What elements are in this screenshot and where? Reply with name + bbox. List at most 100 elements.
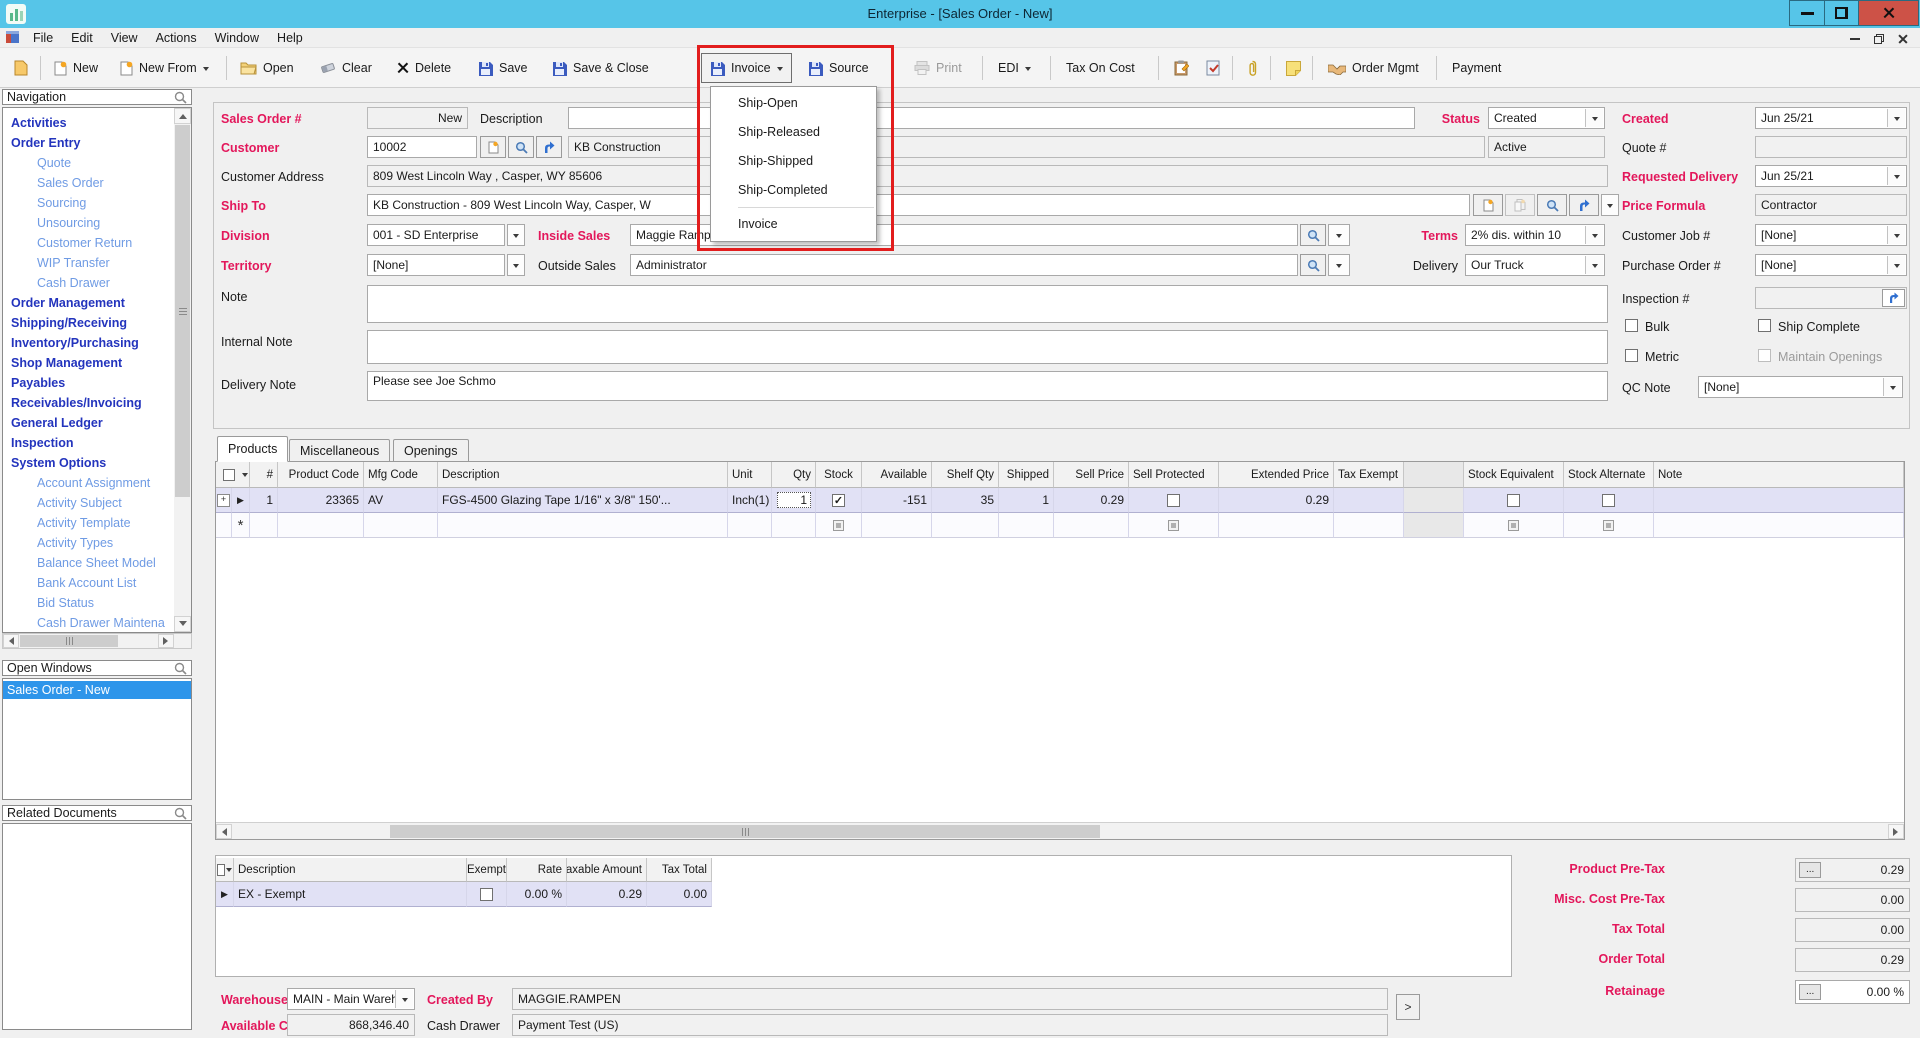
mdi-close-button[interactable] bbox=[1893, 31, 1913, 46]
cell-note[interactable] bbox=[1654, 488, 1904, 513]
new-cell[interactable] bbox=[1054, 513, 1129, 538]
row-expand-toggle[interactable]: + bbox=[216, 488, 232, 513]
chevron-down-icon[interactable] bbox=[1887, 226, 1905, 244]
territory-combo[interactable]: [None] bbox=[367, 254, 505, 276]
order-mgmt-button[interactable]: Order Mgmt bbox=[1320, 53, 1427, 83]
requested-delivery-combo[interactable]: Jun 25/21 bbox=[1755, 165, 1907, 187]
col-stock[interactable]: Stock bbox=[816, 462, 862, 488]
menu-actions[interactable]: Actions bbox=[147, 28, 206, 48]
tax-on-cost-button[interactable]: Tax On Cost bbox=[1058, 53, 1143, 83]
nav-item-quote[interactable]: Quote bbox=[3, 153, 175, 173]
customer-job-combo[interactable]: [None] bbox=[1755, 224, 1907, 246]
delete-button[interactable]: Delete bbox=[388, 53, 459, 83]
delivery-combo[interactable]: Our Truck bbox=[1465, 254, 1605, 276]
col-description[interactable]: Description bbox=[438, 462, 728, 488]
stock-checkbox[interactable]: ✓ bbox=[832, 494, 845, 507]
delivery-note-field[interactable]: Please see Joe Schmo bbox=[367, 371, 1608, 401]
select-all-header[interactable] bbox=[216, 462, 250, 488]
col-stock-equivalent[interactable]: Stock Equivalent bbox=[1464, 462, 1564, 488]
ship-to-dropdown-button[interactable] bbox=[1601, 194, 1619, 216]
customer-field[interactable]: 10002 bbox=[367, 136, 477, 158]
chevron-down-icon[interactable] bbox=[1887, 167, 1905, 185]
cell-unit[interactable]: Inch(1) bbox=[728, 488, 772, 513]
new-button[interactable]: New bbox=[46, 53, 106, 83]
chevron-down-icon[interactable] bbox=[1585, 226, 1603, 244]
nav-item-system-options[interactable]: System Options bbox=[3, 453, 175, 473]
cell-mfg-code[interactable]: AV bbox=[364, 488, 438, 513]
mdi-restore-button[interactable] bbox=[1869, 31, 1889, 46]
inside-sales-search-button[interactable] bbox=[1300, 224, 1326, 246]
expand-footer-button[interactable]: > bbox=[1396, 994, 1420, 1020]
nav-item-general-ledger[interactable]: General Ledger bbox=[3, 413, 175, 433]
cell-sell-protected[interactable] bbox=[1129, 488, 1219, 513]
new-cell[interactable] bbox=[772, 513, 816, 538]
minimize-button[interactable] bbox=[1789, 0, 1825, 26]
cell-shipped[interactable]: 1 bbox=[999, 488, 1054, 513]
col-num[interactable]: # bbox=[250, 462, 278, 488]
new-cell[interactable] bbox=[1219, 513, 1334, 538]
ship-to-copy-button[interactable] bbox=[1505, 194, 1535, 216]
description-field[interactable] bbox=[568, 107, 1415, 129]
terms-combo[interactable]: 2% dis. within 10 bbox=[1465, 224, 1605, 246]
metric-checkbox[interactable] bbox=[1625, 349, 1638, 362]
outside-sales-dropdown-button[interactable] bbox=[1328, 254, 1350, 276]
tab-miscellaneous[interactable]: Miscellaneous bbox=[289, 439, 390, 462]
internal-note-field[interactable] bbox=[367, 330, 1608, 364]
edi-button[interactable]: EDI bbox=[990, 53, 1039, 83]
inside-sales-dropdown-button[interactable] bbox=[1328, 224, 1350, 246]
nav-item-wip-transfer[interactable]: WIP Transfer bbox=[3, 253, 175, 273]
save-button[interactable]: Save bbox=[470, 53, 536, 83]
navigation-search-icon[interactable] bbox=[174, 91, 187, 104]
chevron-down-icon[interactable] bbox=[1585, 109, 1603, 127]
col-shipped[interactable]: Shipped bbox=[999, 462, 1054, 488]
cell-product-code[interactable]: 23365 bbox=[278, 488, 364, 513]
menu-item-ship-completed[interactable]: Ship-Completed bbox=[711, 176, 876, 205]
menu-help[interactable]: Help bbox=[268, 28, 312, 48]
menu-view[interactable]: View bbox=[102, 28, 147, 48]
nav-item-receivables-invoicing[interactable]: Receivables/Invoicing bbox=[3, 393, 175, 413]
products-hscrollbar[interactable] bbox=[216, 822, 1904, 839]
retainage-field[interactable]: ...0.00 % bbox=[1795, 980, 1910, 1004]
new-cell-stock-alternate[interactable] bbox=[1564, 513, 1654, 538]
cell-tax-exempt[interactable] bbox=[1334, 488, 1404, 513]
menu-item-ship-shipped[interactable]: Ship-Shipped bbox=[711, 147, 876, 176]
new-cell[interactable] bbox=[278, 513, 364, 538]
nav-item-activities[interactable]: Activities bbox=[3, 113, 175, 133]
cell-qty[interactable]: 1 bbox=[772, 488, 816, 513]
col-unit[interactable]: Unit bbox=[728, 462, 772, 488]
nav-item-customer-return[interactable]: Customer Return bbox=[3, 233, 175, 253]
mdi-minimize-button[interactable] bbox=[1845, 31, 1865, 46]
scroll-left-button[interactable] bbox=[216, 824, 232, 839]
nav-item-shipping-receiving[interactable]: Shipping/Receiving bbox=[3, 313, 175, 333]
customer-search-button[interactable] bbox=[508, 136, 534, 158]
tax-cell-description[interactable]: EX - Exempt bbox=[234, 882, 467, 907]
nav-item-activity-subject[interactable]: Activity Subject bbox=[3, 493, 175, 513]
tax-exempt-checkbox[interactable] bbox=[480, 888, 493, 901]
menu-edit[interactable]: Edit bbox=[62, 28, 102, 48]
sales-order-field[interactable]: New bbox=[367, 107, 468, 129]
cell-num[interactable]: 1 bbox=[250, 488, 278, 513]
nav-item-cash-drawer-maintenance[interactable]: Cash Drawer Maintena bbox=[3, 613, 175, 633]
menu-item-invoice[interactable]: Invoice bbox=[711, 210, 876, 239]
cell-extended-price[interactable]: 0.29 bbox=[1219, 488, 1334, 513]
inspection-goto-button[interactable] bbox=[1882, 289, 1905, 307]
open-windows-search-icon[interactable] bbox=[174, 662, 187, 675]
tab-products[interactable]: Products bbox=[217, 436, 288, 462]
save-close-button[interactable]: Save & Close bbox=[544, 53, 657, 83]
col-product-code[interactable]: Product Code bbox=[278, 462, 364, 488]
scroll-down-button[interactable] bbox=[174, 616, 191, 632]
col-extended-price[interactable]: Extended Price bbox=[1219, 462, 1334, 488]
ship-complete-checkbox[interactable] bbox=[1758, 319, 1771, 332]
menu-item-ship-open[interactable]: Ship-Open bbox=[711, 89, 876, 118]
ship-to-goto-button[interactable] bbox=[1569, 194, 1599, 216]
territory-dropdown-button[interactable] bbox=[507, 254, 525, 276]
col-mfg-code[interactable]: Mfg Code bbox=[364, 462, 438, 488]
close-button[interactable] bbox=[1858, 0, 1919, 26]
nav-item-order-management[interactable]: Order Management bbox=[3, 293, 175, 313]
created-date-combo[interactable]: Jun 25/21 bbox=[1755, 107, 1907, 129]
nav-item-activity-types[interactable]: Activity Types bbox=[3, 533, 175, 553]
clipboard-edit-button[interactable] bbox=[1166, 53, 1197, 83]
nav-item-account-assignment[interactable]: Account Assignment bbox=[3, 473, 175, 493]
col-stock-alternate[interactable]: Stock Alternate bbox=[1564, 462, 1654, 488]
customer-goto-button[interactable] bbox=[536, 136, 562, 158]
